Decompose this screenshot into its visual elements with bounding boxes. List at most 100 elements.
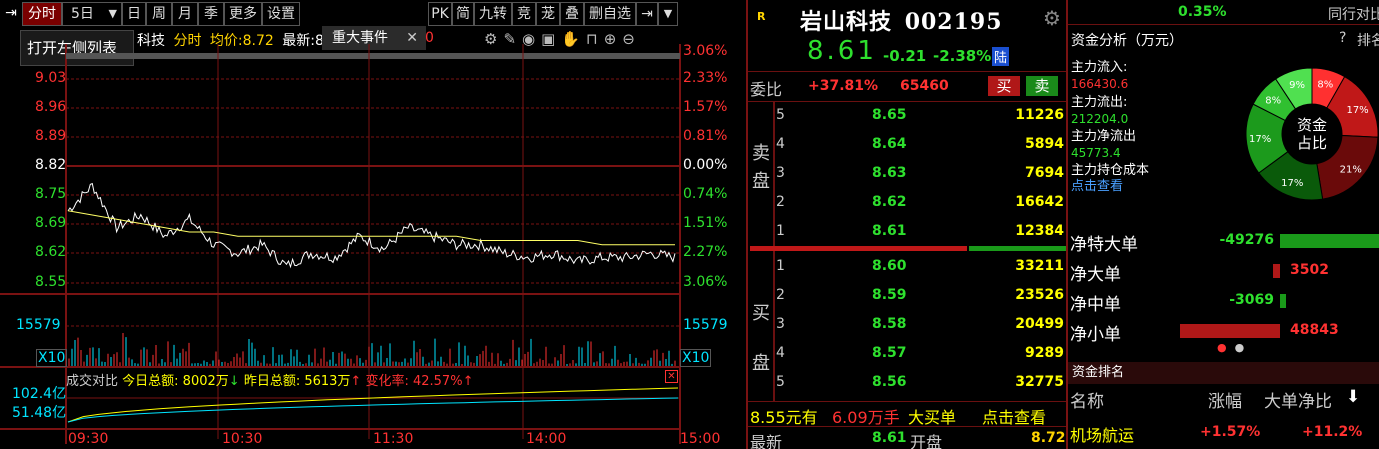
tab-fenshi[interactable]: 分时: [22, 2, 62, 26]
volume-multiplier-left: X10: [36, 349, 68, 367]
long-button[interactable]: 茏: [536, 2, 560, 26]
order-row[interactable]: 4 8.64 5894: [748, 131, 1066, 160]
toolbar-dropdown-icon[interactable]: ▼: [658, 2, 678, 26]
pk-button[interactable]: PK: [428, 2, 452, 26]
order-price: 8.59: [872, 287, 907, 303]
order-row[interactable]: 4 8.57 9289: [748, 340, 1066, 369]
order-level: 4: [776, 345, 785, 361]
rank-row-net: +11.2%: [1302, 424, 1363, 440]
change-arrow: ↑: [462, 374, 474, 389]
order-level: 1: [776, 258, 785, 274]
rank-header-net[interactable]: 大单净比: [1264, 387, 1332, 412]
order-row[interactable]: 5 8.65 11226: [748, 102, 1066, 131]
jing-button[interactable]: 竞: [512, 2, 536, 26]
compare-label: 成交对比: [66, 374, 119, 389]
gear-icon[interactable]: ⚙: [1043, 6, 1061, 30]
order-price: 8.56: [872, 374, 907, 390]
rank-label[interactable]: 排名: [1357, 30, 1379, 50]
pin-button[interactable]: ⇥: [0, 2, 22, 26]
y-right-tick: 1.57%: [683, 99, 728, 115]
fund-analysis-title: 资金分析（万元）: [1071, 33, 1183, 49]
y-right-tick: 2.33%: [683, 70, 728, 86]
stock-name-text: 岩山科技: [800, 9, 893, 35]
cost-link[interactable]: 点击查看: [1071, 179, 1149, 195]
rank-header-chg[interactable]: 涨幅: [1208, 387, 1242, 412]
stock-price: 8.61: [807, 36, 877, 66]
page-dots[interactable]: ● ●: [1217, 341, 1244, 354]
x-tick: 11:30: [373, 431, 414, 447]
rank-section-title: 资金排名: [1068, 362, 1379, 384]
stock-code: 002195: [904, 9, 1003, 35]
y-left-tick: 8.82: [35, 157, 67, 173]
x-tick: 10:30: [222, 431, 263, 447]
rank-header-name[interactable]: 名称: [1070, 387, 1104, 412]
tab-settings[interactable]: 设置: [262, 2, 300, 26]
order-level: 5: [776, 107, 785, 123]
buy-button[interactable]: 买: [988, 76, 1020, 96]
peer-compare-tab[interactable]: 同行对比: [1328, 4, 1379, 24]
order-row[interactable]: 1 8.61 12384: [748, 218, 1066, 247]
flow-label: 净大单: [1070, 265, 1121, 285]
overlay-button[interactable]: 叠: [560, 2, 584, 26]
tab-month[interactable]: 月: [172, 2, 198, 26]
weibi-pct: +37.81%: [808, 78, 879, 94]
order-level: 3: [776, 316, 785, 332]
sell-button[interactable]: 卖: [1026, 76, 1058, 96]
stock-name: 岩山科技 002195: [800, 4, 1003, 36]
x-tick: 14:00: [526, 431, 567, 447]
flow-value: -49276: [1219, 232, 1274, 248]
order-row[interactable]: 2 8.59 23526: [748, 282, 1066, 311]
help-icon[interactable]: ?: [1339, 30, 1346, 46]
simple-button[interactable]: 简: [452, 2, 474, 26]
order-row[interactable]: 5 8.56 32775: [748, 369, 1066, 398]
big-order-link[interactable]: 点击查看: [982, 404, 1046, 428]
order-price: 8.58: [872, 316, 907, 332]
order-row[interactable]: 2 8.62 16642: [748, 189, 1066, 218]
big-order-row: 8.55元有 6.09万手 大买单 点击查看: [748, 401, 1066, 428]
order-volume: 32775: [1015, 374, 1064, 390]
sort-down-icon[interactable]: ⬇: [1346, 387, 1360, 407]
tab-season[interactable]: 季: [198, 2, 224, 26]
compare-bar: 成交对比 今日总额: 8002万↓ 昨日总额: 5613万↑ 变化率: 42.5…: [66, 370, 473, 389]
y-right-tick: 0.81%: [683, 128, 728, 144]
order-volume: 7694: [1025, 165, 1064, 181]
compare-close-icon[interactable]: ✕: [665, 370, 678, 383]
pin-right-icon[interactable]: ⇥: [636, 2, 658, 26]
price-series-line: [67, 182, 676, 269]
order-row[interactable]: 3 8.58 20499: [748, 311, 1066, 340]
order-volume: 33211: [1015, 258, 1064, 274]
order-level: 3: [776, 165, 785, 181]
flow-value: -3069: [1229, 292, 1274, 308]
tab-week[interactable]: 周: [146, 2, 172, 26]
inflow-value: 166430.6: [1071, 77, 1129, 91]
order-price: 8.57: [872, 345, 907, 361]
flow-bar: [1180, 324, 1280, 338]
donut-slice-label: 8%: [1317, 80, 1333, 91]
chevron-down-icon: ▼: [108, 7, 117, 20]
tab-more[interactable]: 更多: [224, 2, 262, 26]
y-left-tick: 8.75: [35, 186, 67, 202]
tab-5day[interactable]: 5日 ▼: [62, 2, 122, 26]
order-volume: 11226: [1015, 107, 1064, 123]
order-level: 2: [776, 194, 785, 210]
remove-watchlist-button[interactable]: 删自选: [584, 2, 636, 26]
y-right-tick: 0.74%: [683, 186, 728, 202]
order-row[interactable]: 1 8.60 33211: [748, 253, 1066, 282]
inflow-label: 主力流入:: [1071, 60, 1128, 75]
top-pct: 0.35%: [1178, 4, 1227, 20]
open-label: 开盘: [910, 433, 943, 449]
today-amount: 今日总额: 8002万: [122, 374, 229, 389]
jiuzhuan-button[interactable]: 九转: [474, 2, 512, 26]
donut-center-label: 资金: [1297, 116, 1327, 134]
tab-day[interactable]: 日: [122, 2, 146, 26]
flow-row: 净大单 3502: [1068, 259, 1379, 285]
y-left-tick: 8.55: [35, 274, 67, 290]
weibi-value: 65460: [900, 78, 949, 94]
lu-badge: 陆: [992, 47, 1010, 66]
open-value: 8.72: [1031, 430, 1066, 446]
order-row[interactable]: 3 8.63 7694: [748, 160, 1066, 189]
y-right-tick: 2.27%: [683, 244, 728, 260]
amount-label: 51.48亿: [12, 405, 67, 421]
order-volume: 9289: [1025, 345, 1064, 361]
net-label: 主力净流出: [1071, 129, 1137, 144]
